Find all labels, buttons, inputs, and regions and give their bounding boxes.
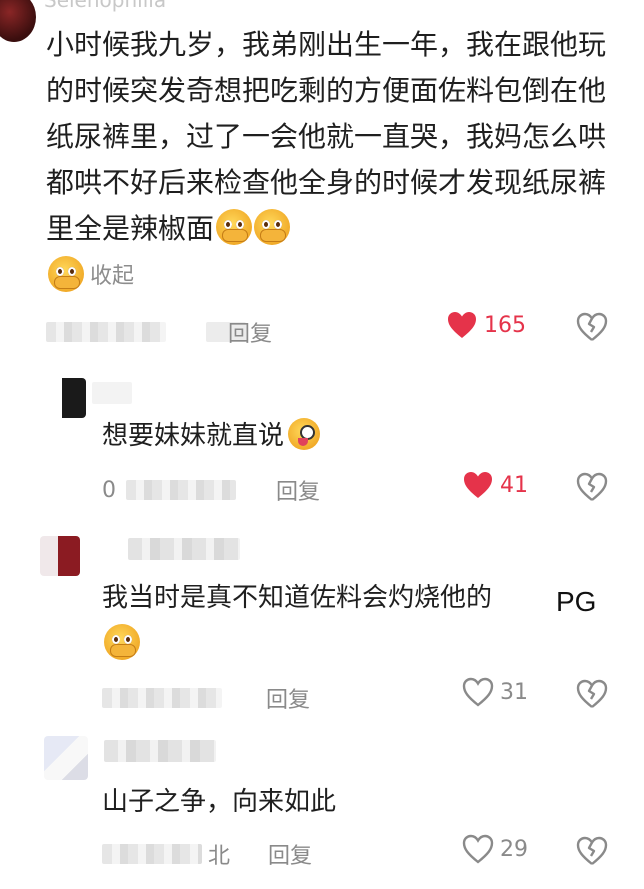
reply-text: 山子之争，向来如此 [102,780,336,824]
like-button[interactable]: 29 [462,834,528,864]
avatar[interactable] [40,536,80,576]
username[interactable]: Selenophilia [44,0,166,12]
redacted-meta [46,322,166,342]
avatar[interactable] [0,0,36,42]
redacted-meta [102,844,202,864]
dislike-icon[interactable] [576,679,608,709]
crying-face-holding-tears-emoji [104,624,140,660]
like-button[interactable]: 41 [462,470,528,500]
reply-body: 想要妹妹就直说 [102,421,285,451]
comment-meta: 回复 [102,682,310,714]
like-count: 31 [500,679,528,705]
redacted-username[interactable] [104,740,216,762]
like-count: 41 [500,472,528,498]
drooling-face-emoji [288,418,321,450]
redacted-username[interactable] [92,382,132,404]
comment-text: 小时候我九岁，我弟刚出生一年，我在跟他玩的时候突发奇想把吃剩的方便面佐料包倒在他… [46,22,606,252]
like-button[interactable]: 165 [446,310,526,340]
date-partial: 0 [102,477,116,503]
location-partial: 北 [208,844,231,869]
collapse-button[interactable]: 收起 [46,256,134,292]
comment-meta: 北 回复 [102,838,312,870]
reply-button[interactable]: 回复 [228,316,272,348]
heart-filled-icon [448,312,476,338]
crying-face-holding-tears-emoji [48,256,84,292]
collapse-label: 收起 [90,264,135,289]
reply-body: 山子之争，向来如此 [102,787,337,817]
reply-text: 我当时是真不知道佐料会灼烧他的 [102,576,492,620]
like-count: 29 [500,836,528,862]
dislike-icon[interactable] [576,472,608,502]
emoji-row [102,624,140,660]
crying-face-holding-tears-emoji [254,209,291,245]
like-count: 165 [484,312,526,338]
dislike-icon[interactable] [576,836,608,866]
like-button[interactable]: 31 [462,677,528,707]
comment-meta: 回复 [46,316,272,348]
comment-body: 小时候我九岁，我弟刚出生一年，我在跟他玩的时候突发奇想把吃剩的方便面佐料包倒在他… [46,28,607,245]
reply-button[interactable]: 回复 [276,474,320,506]
heart-outline-icon [462,834,494,864]
redacted-meta [126,480,236,500]
avatar[interactable] [44,736,88,780]
reply-button[interactable]: 回复 [268,838,312,870]
dislike-icon[interactable] [576,312,608,342]
comment-meta: 0 回复 [102,474,320,506]
crying-face-holding-tears-emoji [216,209,253,245]
watermark: PG [556,586,597,617]
avatar[interactable] [46,378,86,418]
redacted-username[interactable] [128,538,240,560]
heart-filled-icon [464,472,492,498]
reply-button[interactable]: 回复 [266,682,310,714]
reply-body: 我当时是真不知道佐料会灼烧他的 [102,583,493,613]
redacted-meta [102,688,222,708]
heart-outline-icon [462,677,494,707]
reply-text: 想要妹妹就直说 [102,414,321,458]
